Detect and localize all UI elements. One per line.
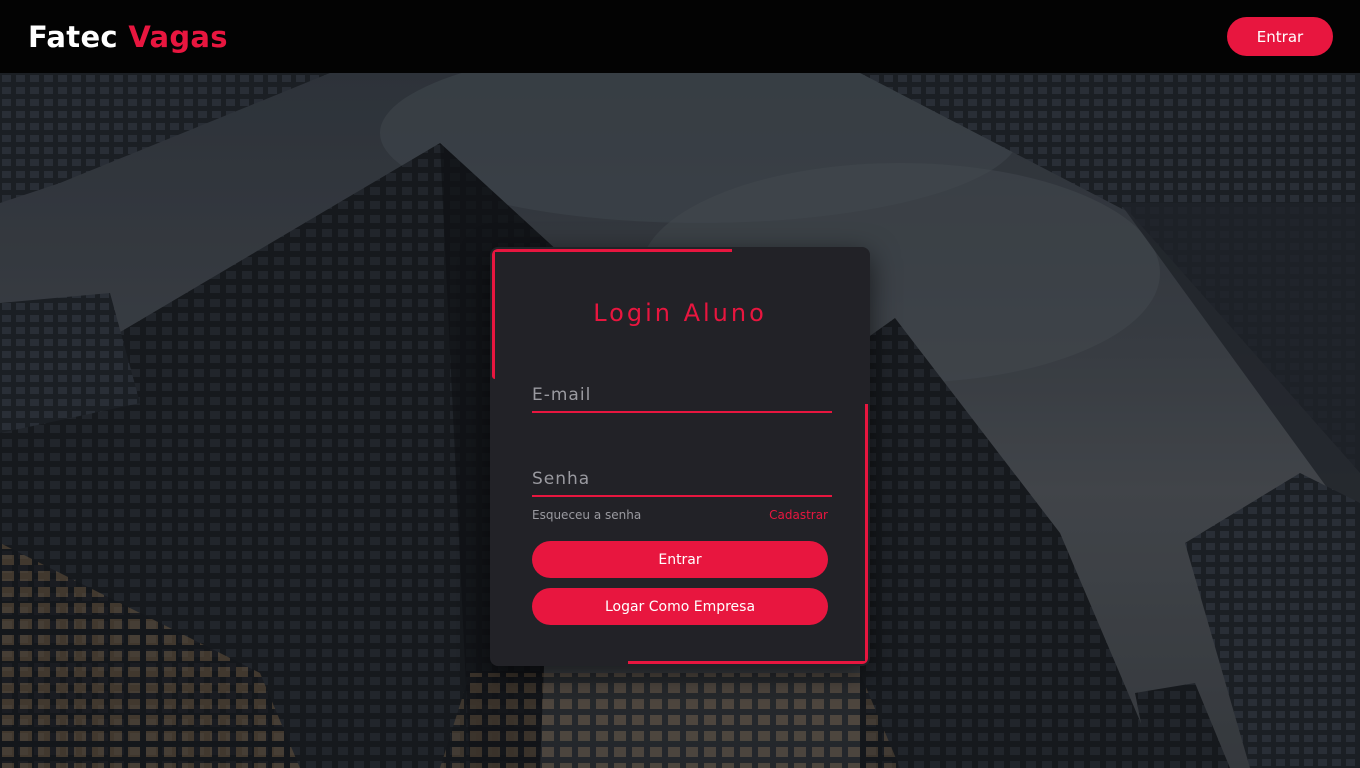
card-accent-top (492, 249, 732, 252)
card-accent-right (865, 404, 868, 664)
brand-logo[interactable]: Fatec Vagas (28, 20, 228, 54)
header-login-button[interactable]: Entrar (1227, 17, 1333, 56)
email-input[interactable] (532, 373, 832, 411)
password-field-wrapper (532, 457, 832, 497)
brand-name-accent: Vagas (128, 19, 228, 54)
forgot-password-link[interactable]: Esqueceu a senha (532, 508, 641, 522)
signup-link[interactable]: Cadastrar (769, 508, 828, 522)
login-submit-button[interactable]: Entrar (532, 541, 828, 578)
card-accent-bottom (628, 661, 868, 664)
company-login-button[interactable]: Logar Como Empresa (532, 588, 828, 625)
password-input[interactable] (532, 457, 832, 495)
login-card: Login Aluno Esqueceu a senha Cadastrar E… (490, 247, 870, 666)
top-navbar: Fatec Vagas Entrar (0, 0, 1360, 73)
login-title: Login Aluno (593, 299, 767, 327)
auth-links: Esqueceu a senha Cadastrar (532, 508, 828, 522)
email-field-wrapper (532, 373, 832, 413)
brand-name: Fatec (28, 19, 118, 54)
